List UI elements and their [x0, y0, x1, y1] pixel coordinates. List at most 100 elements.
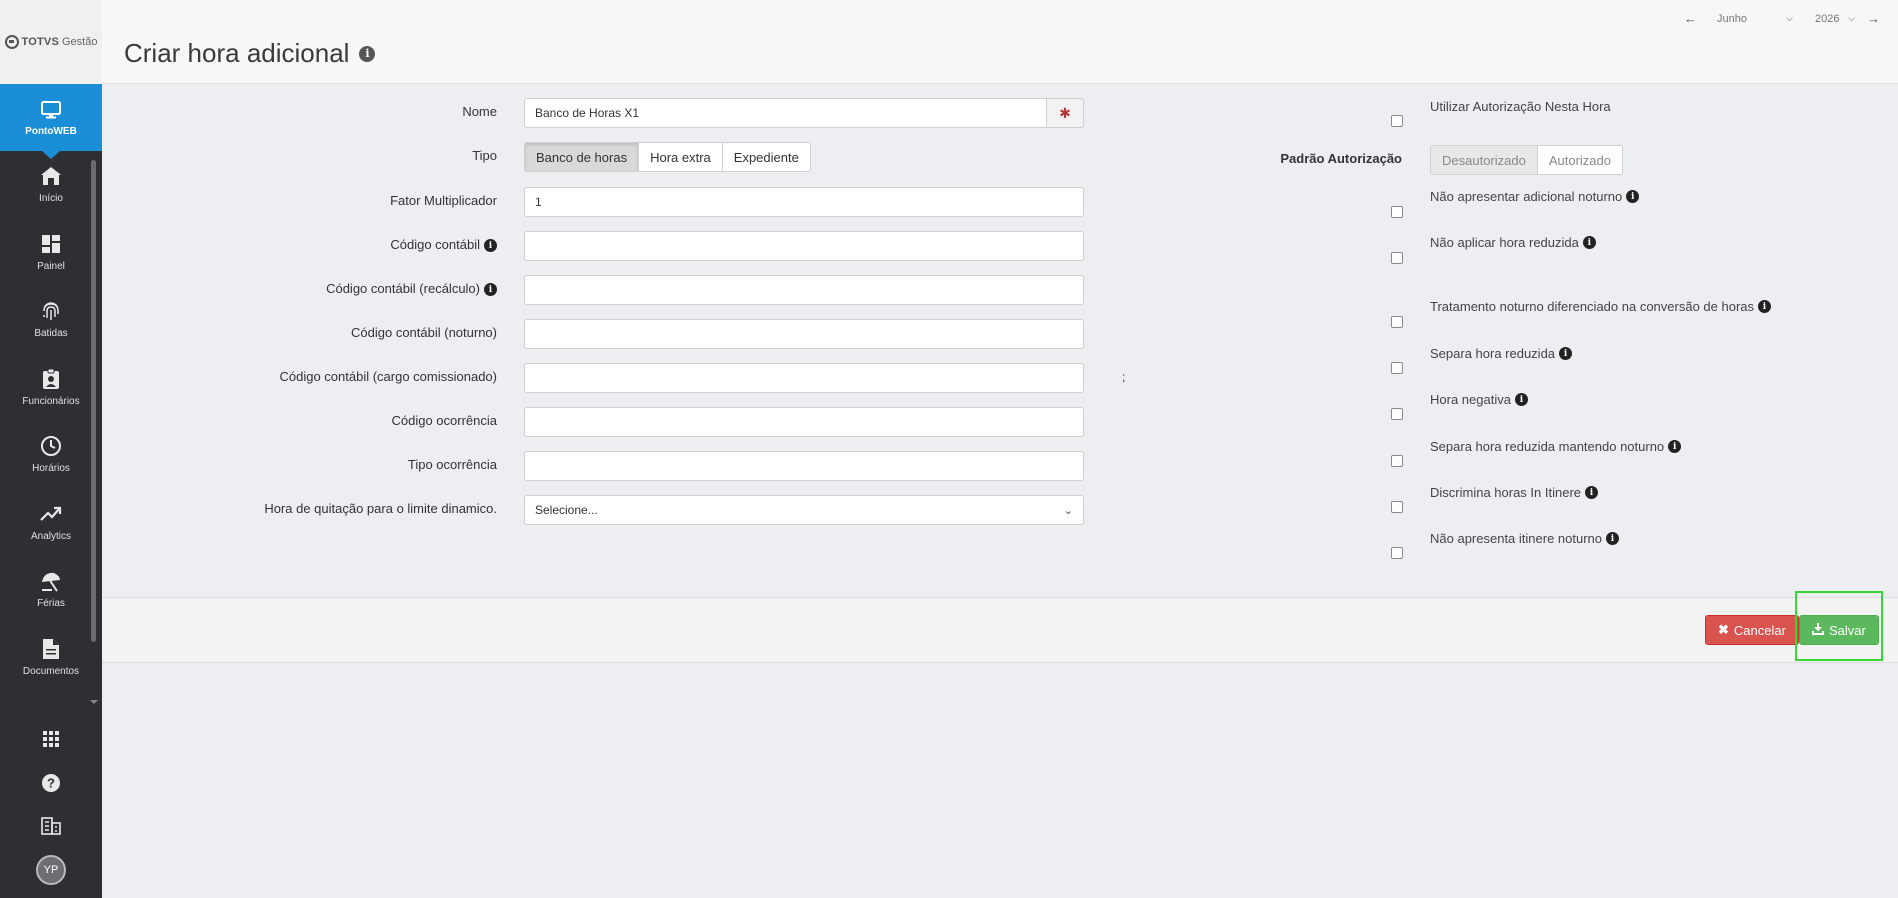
apps-grid-button[interactable] — [0, 728, 102, 750]
hora-quitacao-select[interactable]: Selecione... ⌄ — [524, 495, 1084, 525]
sidebar-scrollbar[interactable] — [91, 160, 96, 642]
separator-text: ; — [1122, 370, 1126, 384]
scroll-down-arrow-icon[interactable] — [90, 700, 98, 704]
checkbox-nao-apresenta-itinere-noturno[interactable] — [1391, 547, 1403, 559]
sidebar-item-label: Analytics — [30, 530, 71, 542]
label-separa-hora-reduzida-noturno: Separa hora reduzida mantendo noturno i — [1430, 439, 1682, 454]
sidebar-item-analytics[interactable]: Analytics — [0, 489, 102, 557]
sidebar-item-batidas[interactable]: Batidas — [0, 286, 102, 354]
checkbox-hora-negativa[interactable] — [1391, 408, 1403, 420]
tipo-ocorrencia-input[interactable] — [524, 451, 1084, 481]
sidebar-item-label: Documentos — [22, 665, 80, 677]
prev-period-icon[interactable]: ← — [1684, 11, 1697, 26]
sidebar-item-label: Início — [39, 193, 63, 205]
tipo-option-banco-de-horas[interactable]: Banco de horas — [524, 142, 640, 172]
codigo-contabil-input[interactable] — [524, 231, 1084, 261]
checkbox-discrimina-horas-in-itinere[interactable] — [1391, 501, 1403, 513]
tipo-option-expediente[interactable]: Expediente — [721, 142, 811, 172]
company-button[interactable] — [0, 815, 102, 837]
nome-input[interactable]: Banco de Horas X1 — [524, 98, 1048, 128]
help-icon: ? — [40, 772, 62, 794]
codigo-noturno-input[interactable] — [524, 319, 1084, 349]
cancel-button[interactable]: ✖ Cancelar — [1705, 615, 1799, 645]
padrao-option-autorizado[interactable]: Autorizado — [1536, 145, 1623, 175]
sidebar-item-funcionarios[interactable]: Funcionários — [0, 354, 102, 422]
sidebar-item-horarios[interactable]: Horários — [0, 421, 102, 489]
chevron-down-icon: ⌄ — [1063, 504, 1073, 517]
info-icon[interactable]: i — [1758, 300, 1771, 313]
sidebar-item-label: Férias — [37, 598, 65, 610]
umbrella-icon — [40, 570, 62, 592]
label-nao-aplicar-hora-reduzida: Não aplicar hora reduzida i — [1430, 235, 1596, 250]
info-icon[interactable]: i — [1606, 532, 1620, 545]
user-menu[interactable]: YP — [0, 855, 102, 885]
tipo-button-group: Banco de horas Hora extra Expediente — [524, 142, 811, 172]
label-tratamento-noturno: Tratamento noturno diferenciado na conve… — [1430, 299, 1771, 314]
sidebar-item-painel[interactable]: Painel — [0, 219, 102, 287]
brand-logo[interactable]: TOTVS Gestão — [0, 0, 102, 84]
sidebar-item-pontoweb[interactable]: PontoWEB — [0, 84, 102, 159]
page-title-text: Criar hora adicional — [124, 38, 350, 68]
utilizar-autorizacao-checkbox[interactable] — [1391, 115, 1403, 127]
checkbox-separa-hora-reduzida-noturno[interactable] — [1391, 455, 1403, 467]
padrao-option-desautorizado[interactable]: Desautorizado — [1430, 145, 1538, 175]
info-icon[interactable]: i — [1559, 347, 1573, 360]
help-button[interactable]: ? — [0, 772, 102, 794]
checkbox-tratamento-noturno[interactable] — [1391, 316, 1403, 328]
nome-label: Nome — [462, 104, 497, 119]
padrao-autorizacao-group: Desautorizado Autorizado — [1430, 145, 1623, 175]
dashboard-icon — [40, 233, 62, 255]
brand-name: TOTVS — [21, 36, 59, 48]
info-icon[interactable]: i — [359, 45, 376, 62]
codigo-cargo-input[interactable] — [524, 363, 1084, 393]
sidebar-item-documentos[interactable]: Documentos — [0, 624, 102, 692]
info-icon[interactable]: i — [484, 283, 497, 297]
sidebar: TOTVS Gestão PontoWEB Início Painel Bati… — [0, 0, 102, 898]
clock-icon — [40, 435, 62, 457]
building-icon — [40, 815, 62, 837]
trend-icon — [40, 503, 62, 525]
chevron-down-icon: ⌵ — [1786, 13, 1793, 23]
checkbox-nao-aplicar-hora-reduzida[interactable] — [1391, 252, 1403, 264]
sidebar-item-ferias[interactable]: Férias — [0, 556, 102, 624]
padrao-autorizacao-label: Padrão Autorização — [1280, 151, 1402, 166]
badge-icon — [40, 368, 62, 390]
tipo-label: Tipo — [472, 148, 497, 163]
checkbox-nao-apresentar-adicional-noturno[interactable] — [1391, 206, 1403, 218]
tipo-option-hora-extra[interactable]: Hora extra — [638, 142, 723, 172]
codigo-recalculo-label: Código contábil (recálculo) i — [102, 281, 497, 297]
codigo-recalculo-input[interactable] — [524, 275, 1084, 305]
close-icon: ✖ — [1718, 622, 1729, 637]
home-icon — [40, 165, 62, 187]
apps-grid-icon — [40, 728, 62, 750]
info-icon[interactable]: i — [1585, 486, 1598, 499]
next-period-icon[interactable]: → — [1867, 11, 1880, 26]
codigo-contabil-label: Código contábil i — [102, 237, 497, 253]
year-select[interactable]: 2026 ⌵ — [1815, 13, 1855, 25]
label-discrimina-horas-in-itinere: Discrimina horas In Itinere i — [1430, 485, 1598, 500]
label-nao-apresentar-adicional-noturno: Não apresentar adicional noturno i — [1430, 189, 1640, 204]
document-icon — [40, 638, 62, 660]
checkbox-separa-hora-reduzida[interactable] — [1391, 362, 1403, 374]
hora-quitacao-label: Hora de quitação para o limite dinamico. — [264, 501, 497, 516]
brand-product: Gestão — [62, 36, 98, 48]
required-asterisk-icon: ✱ — [1046, 98, 1084, 128]
page-header: Criar hora adicional i ← Junho ⌵ 2026 ⌵ … — [102, 0, 1898, 84]
form-area: Nome Banco de Horas X1 ✱ Tipo Banco de h… — [102, 85, 1898, 595]
period-selector: ← Junho ⌵ 2026 ⌵ → — [1684, 11, 1880, 26]
info-icon[interactable]: i — [1668, 440, 1682, 453]
info-icon[interactable]: i — [1582, 236, 1596, 249]
info-icon[interactable]: i — [484, 239, 497, 253]
totvs-logo-icon — [4, 35, 19, 49]
sidebar-item-label: Horários — [32, 463, 70, 475]
codigo-ocorrencia-input[interactable] — [524, 407, 1084, 437]
sidebar-item-label: Batidas — [34, 328, 68, 340]
sidebar-item-label: PontoWEB — [25, 125, 77, 137]
info-icon[interactable]: i — [1626, 190, 1640, 203]
save-button-highlight — [1795, 591, 1883, 661]
fator-input[interactable]: 1 — [524, 187, 1084, 217]
sidebar-item-inicio[interactable]: Início — [0, 151, 102, 219]
month-select[interactable]: Junho ⌵ — [1717, 13, 1793, 25]
info-icon[interactable]: i — [1514, 393, 1528, 406]
fingerprint-icon — [40, 300, 62, 322]
